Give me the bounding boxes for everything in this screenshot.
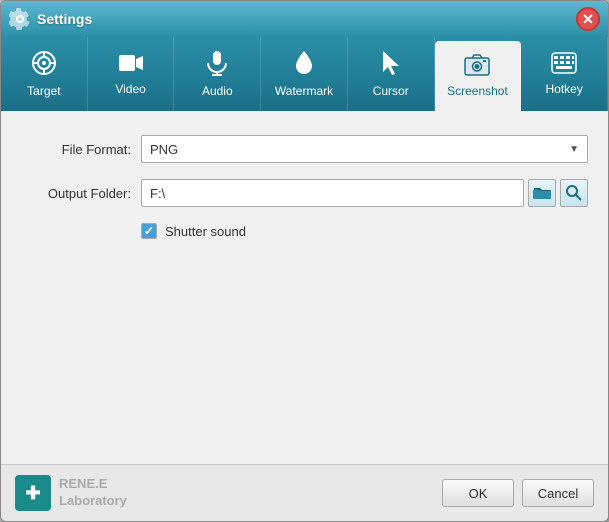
hotkey-icon [551,52,577,78]
settings-window: Settings ✕ Target [0,0,609,522]
browse-folder-button[interactable] [528,179,556,207]
gear-icon [9,8,31,30]
tab-watermark-label: Watermark [275,84,333,98]
audio-icon [206,50,228,80]
cursor-icon [380,50,402,80]
screenshot-icon [464,54,490,80]
shutter-sound-row: ✓ Shutter sound [21,223,588,239]
content-area: File Format: PNG ▼ Output Folder: [1,111,608,464]
output-folder-row: Output Folder: [21,179,588,207]
logo-icon: ✚ [15,475,51,511]
tab-video-label: Video [115,82,145,96]
logo-text-line2: Laboratory [59,493,127,510]
file-format-row: File Format: PNG ▼ [21,135,588,163]
target-icon [31,50,57,80]
shutter-sound-checkbox[interactable]: ✓ [141,223,157,239]
file-format-value: PNG [150,142,178,157]
tab-bar: Target Video Audio [1,37,608,111]
tab-screenshot[interactable]: Screenshot [435,41,522,111]
tab-screenshot-label: Screenshot [447,84,508,98]
file-format-control: PNG ▼ [141,135,588,163]
tab-hotkey-label: Hotkey [545,82,582,96]
logo-text: RENE.E Laboratory [59,476,127,510]
logo-text-line1: RENE.E [59,476,127,493]
output-folder-label: Output Folder: [21,186,131,201]
output-folder-control [141,179,588,207]
title-bar: Settings ✕ [1,1,608,37]
tab-target[interactable]: Target [1,37,88,111]
video-icon [118,52,144,78]
tab-audio[interactable]: Audio [174,37,261,111]
checkbox-check-icon: ✓ [144,224,154,238]
tab-video[interactable]: Video [88,37,175,111]
watermark-icon [292,50,316,80]
shutter-sound-label[interactable]: Shutter sound [165,224,246,239]
tab-target-label: Target [27,84,60,98]
tab-audio-label: Audio [202,84,233,98]
footer: ✚ RENE.E Laboratory OK Cancel [1,464,608,521]
logo-area: ✚ RENE.E Laboratory [15,475,434,511]
file-format-label: File Format: [21,142,131,157]
output-folder-input[interactable] [141,179,524,207]
close-button[interactable]: ✕ [576,7,600,31]
file-format-dropdown[interactable]: PNG ▼ [141,135,588,163]
cancel-button[interactable]: Cancel [522,479,594,507]
tab-hotkey[interactable]: Hotkey [521,37,608,111]
dropdown-arrow-icon: ▼ [569,144,579,155]
tab-cursor[interactable]: Cursor [348,37,435,111]
ok-button[interactable]: OK [442,479,514,507]
search-button[interactable] [560,179,588,207]
tab-watermark[interactable]: Watermark [261,37,348,111]
window-title: Settings [37,11,576,27]
tab-cursor-label: Cursor [373,84,409,98]
